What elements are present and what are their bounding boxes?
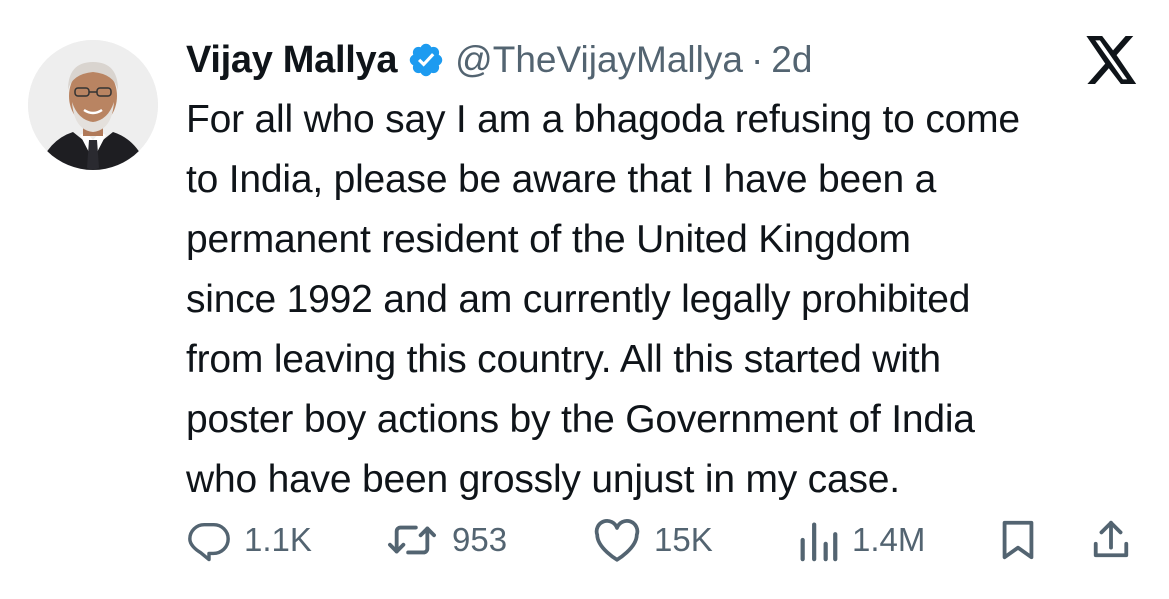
user-handle[interactable]: @TheVijayMallya: [455, 39, 743, 81]
views-icon: [800, 522, 838, 562]
repost-count: 953: [452, 521, 508, 558]
separator-dot: ·: [750, 39, 764, 80]
share-icon: [1093, 520, 1129, 558]
like-count: 15K: [654, 521, 713, 558]
views-count: 1.4M: [852, 521, 926, 558]
action-bar: 1.1K 953 15K 1.4M: [0, 512, 1169, 568]
timestamp[interactable]: 2d: [771, 39, 812, 81]
share-button[interactable]: [1090, 512, 1144, 568]
repost-icon: [388, 525, 436, 555]
bookmark-icon: [1002, 520, 1034, 560]
x-logo-icon: [1086, 36, 1137, 84]
verified-badge-icon: [409, 43, 443, 77]
tweet-text: For all who say I am a bhagoda refusing …: [186, 98, 1020, 501]
heart-icon: [594, 519, 640, 562]
views-button[interactable]: 1.4M: [796, 512, 925, 568]
reply-button[interactable]: 1.1K: [186, 512, 312, 568]
reply-count: 1.1K: [244, 521, 312, 558]
tweet-card: Vijay Mallya @TheVijayMallya · 2d For al…: [0, 0, 1169, 599]
repost-button[interactable]: 953: [384, 512, 507, 568]
avatar-image: [28, 40, 158, 170]
like-button[interactable]: 15K: [592, 512, 713, 568]
display-name[interactable]: Vijay Mallya: [186, 39, 397, 82]
avatar[interactable]: [28, 40, 158, 170]
tweet-header: Vijay Mallya @TheVijayMallya · 2d: [186, 30, 812, 90]
bookmark-button[interactable]: [998, 512, 1050, 568]
reply-icon: [188, 522, 230, 562]
